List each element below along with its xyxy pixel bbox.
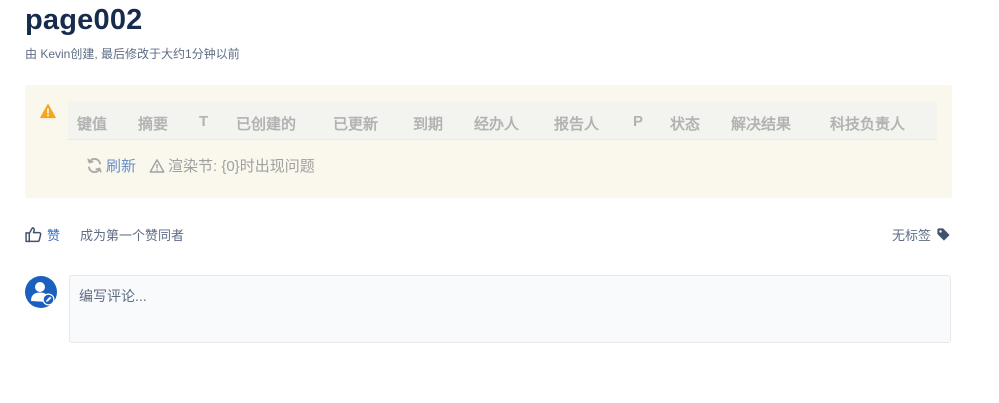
thumbs-up-icon [25,227,42,243]
column-header-updated[interactable]: 已更新 [333,113,378,134]
column-header-summary[interactable]: 摘要 [138,113,168,134]
jira-table-header: 键值 摘要 T 已创建的 已更新 到期 经办人 报告人 P 状态 解决结果 科技… [68,101,937,140]
column-header-resolution[interactable]: 解决结果 [731,113,791,134]
like-section: 赞 成为第一个赞同者 [25,225,184,244]
column-header-reporter[interactable]: 报告人 [554,113,599,134]
comment-input[interactable]: 编写评论... [69,275,951,343]
column-header-type[interactable]: T [199,113,208,130]
labels-text: 无标签 [891,228,931,243]
refresh-icon [87,158,102,173]
alert-triangle-icon [149,158,165,173]
column-header-due[interactable]: 到期 [413,113,443,134]
jira-issues-macro: 键值 摘要 T 已创建的 已更新 到期 经办人 报告人 P 状态 解决结果 科技… [25,85,952,198]
like-button[interactable]: 赞 [25,225,60,244]
tag-icon[interactable] [936,227,951,242]
refresh-link[interactable]: 刷新 [86,155,136,176]
column-header-priority[interactable]: P [633,113,643,130]
user-avatar-icon [25,276,57,308]
page-byline: 由 Kevin创建, 最后修改于大约1分钟以前 [25,47,240,61]
like-label[interactable]: 赞 [47,225,60,244]
column-header-tech-owner[interactable]: 科技负责人 [830,113,905,134]
confluence-page: page002 由 Kevin创建, 最后修改于大约1分钟以前 键值 摘要 T … [0,0,999,403]
column-header-created[interactable]: 已创建的 [236,113,296,134]
column-header-key[interactable]: 键值 [77,113,107,134]
column-header-assignee[interactable]: 经办人 [474,113,519,134]
render-error-message: 渲染节: {0}时出现问题 [149,155,315,176]
warning-icon [40,103,56,119]
like-hint: 成为第一个赞同者 [80,228,185,243]
page-title: page002 [25,4,143,36]
render-error-text: 渲染节: {0}时出现问题 [168,158,315,175]
column-header-status[interactable]: 状态 [670,113,700,134]
refresh-label[interactable]: 刷新 [106,155,136,176]
labels-section[interactable]: 无标签 [892,225,951,244]
